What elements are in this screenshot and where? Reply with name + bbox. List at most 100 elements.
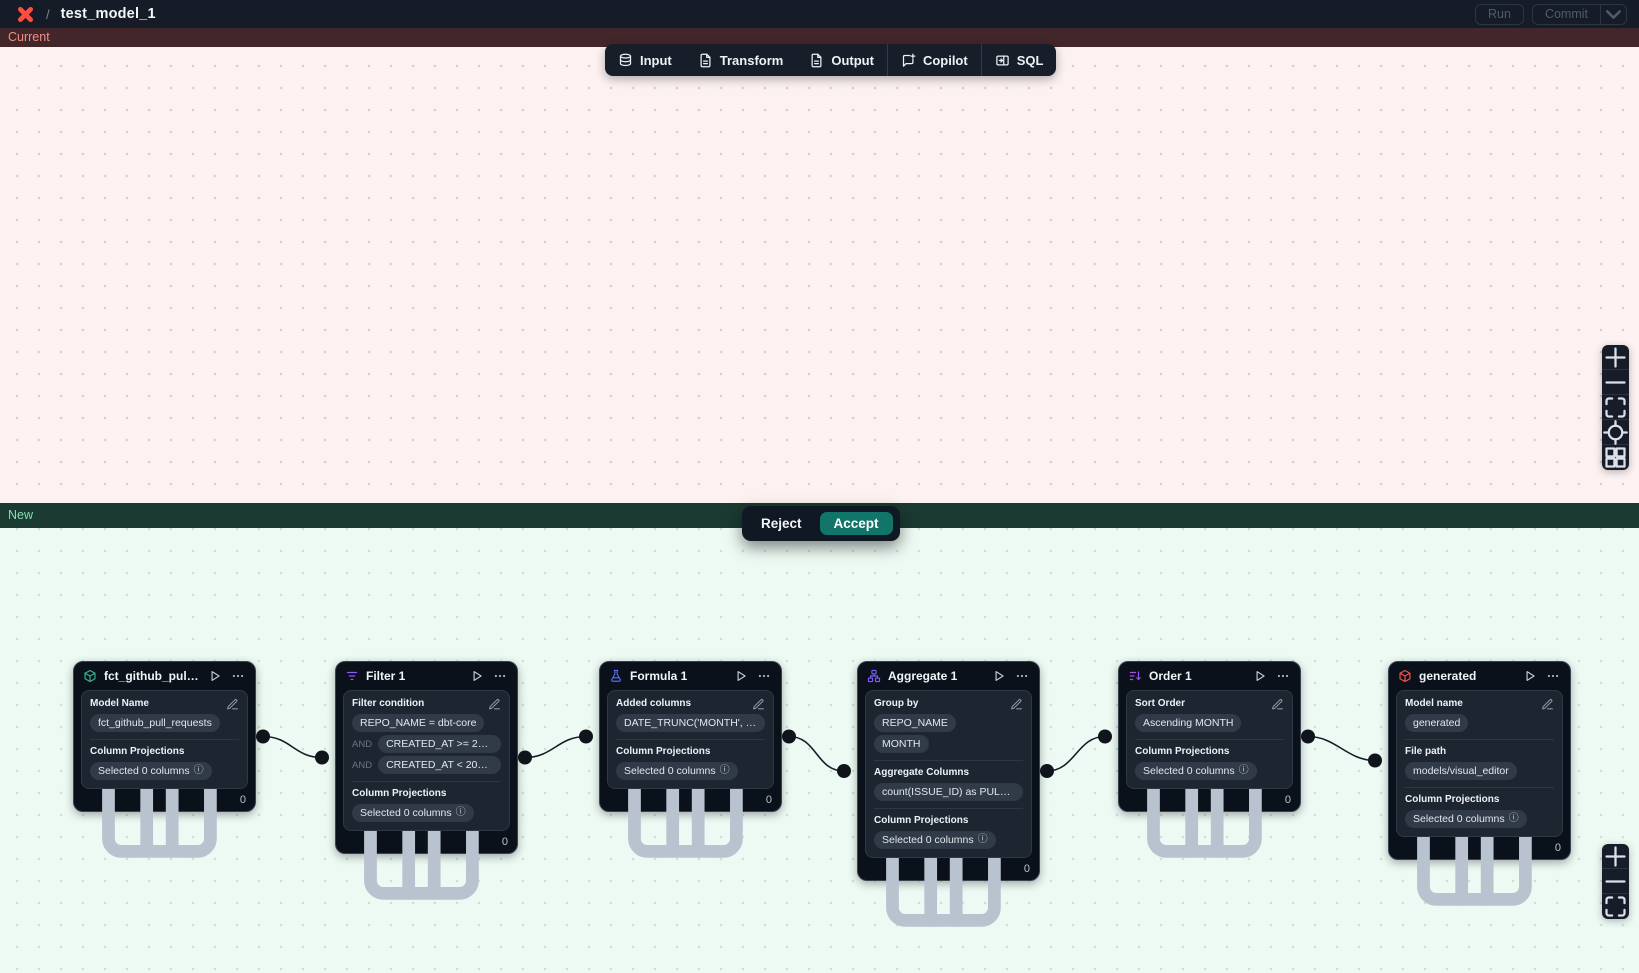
value-pill[interactable]: models/visual_editor [1405,762,1517,780]
section-label: Added columns [616,698,765,710]
run-button[interactable]: Run [1475,4,1524,25]
toolbar-output-button[interactable]: Output [796,44,887,76]
pill-text: Selected 0 columns [1413,812,1505,826]
tiles-button[interactable] [1602,445,1629,470]
zoom-in-icon [1602,843,1629,870]
value-pill[interactable]: Ascending MONTH [1135,714,1241,732]
value-pill[interactable]: count(ISSUE_ID) as PULL_REQUEST_… [874,783,1023,801]
edit-node-button[interactable] [1541,698,1554,711]
pill-row: REPO_NAME = dbt-core [352,714,501,732]
column-count: 0 [240,794,246,806]
current-canvas[interactable] [0,47,1639,503]
value-pill[interactable]: MONTH [874,735,929,753]
section-label: Model Name [90,698,239,710]
value-pill[interactable]: Selected 0 columnsⓘ [616,762,738,780]
pencil-icon [752,698,765,711]
edit-node-button[interactable] [226,698,239,711]
reject-button[interactable]: Reject [749,512,814,535]
section-label: Column Projections [1405,794,1554,806]
node-layer: fct_github_pull_requests Model Name fct_gi… [0,528,1639,973]
value-pill[interactable]: REPO_NAME = dbt-core [352,714,484,732]
run-node-button[interactable] [1252,668,1268,684]
pill-text: CREATED_AT < 2025-03-01 [386,758,493,772]
value-pill[interactable]: REPO_NAME [874,714,956,732]
edit-node-button[interactable] [752,698,765,711]
node-menu-button[interactable] [756,668,772,684]
new-canvas[interactable]: fct_github_pull_requests Model Name fct_gi… [0,528,1639,973]
pencil-icon [1271,698,1284,711]
accept-button[interactable]: Accept [820,512,893,535]
dbt-logo-icon [16,5,35,24]
pill-text: count(ISSUE_ID) as PULL_REQUEST_… [882,785,1015,799]
value-pill[interactable]: CREATED_AT >= 2024-12-01 [378,735,501,753]
pill-text: Selected 0 columns [1143,764,1235,778]
node-generated[interactable]: generatedModel namegeneratedFile pathmod… [1388,661,1571,860]
pill-row: MONTH [874,735,1023,753]
section-label: Filter condition [352,698,501,710]
play-icon [470,669,484,683]
zoom-out-button[interactable] [1602,370,1629,395]
edit-node-button[interactable] [488,698,501,711]
node-menu-button[interactable] [1275,668,1291,684]
toolbar-transform-button[interactable]: Transform [685,44,797,76]
pencil-icon [1010,698,1023,711]
value-pill[interactable]: DATE_TRUNC('MONTH', CREATED_AT… [616,714,765,732]
fit-view-button[interactable] [1602,395,1629,420]
node-aggregate-1[interactable]: Aggregate 1Group byREPO_NAMEMONTHAggrega… [857,661,1040,881]
node-menu-button[interactable] [492,668,508,684]
zoom-out-button[interactable] [1602,869,1629,894]
pill-row: count(ISSUE_ID) as PULL_REQUEST_… [874,783,1023,801]
value-pill[interactable]: Selected 0 columnsⓘ [352,804,474,822]
model-title: test_model_1 [61,6,156,22]
run-node-button[interactable] [991,668,1007,684]
run-node-button[interactable] [1522,668,1538,684]
pill-text: REPO_NAME = dbt-core [360,716,476,730]
commit-dropdown-button[interactable] [1600,5,1626,24]
zoom-in-button[interactable] [1602,345,1629,370]
edit-node-button[interactable] [1271,698,1284,711]
value-pill[interactable]: Selected 0 columnsⓘ [1135,762,1257,780]
pill-row: fct_github_pull_requests [90,714,239,732]
section-label: Column Projections [352,788,501,800]
node-order-1[interactable]: Order 1Sort OrderAscending MONTHColumn P… [1118,661,1301,812]
value-pill[interactable]: fct_github_pull_requests [90,714,220,732]
node-footer: 0 [74,789,255,811]
more-icon [493,669,507,683]
commit-button[interactable]: Commit [1533,5,1600,24]
focus-button[interactable] [1602,420,1629,445]
section-label: Column Projections [1135,746,1284,758]
fit-view-button[interactable] [1602,894,1629,919]
node-formula-1[interactable]: Formula 1Added columnsDATE_TRUNC('MONTH'… [599,661,782,812]
node-title-row: fct_github_pull_requests [74,662,255,690]
pencil-icon [226,698,239,711]
run-node-button[interactable] [207,668,223,684]
column-count: 0 [1024,863,1030,875]
node-card: Model Namefct_github_pull_requestsColumn… [81,690,248,789]
toolbar-label: Transform [720,53,784,68]
pill-text: REPO_NAME [882,716,948,730]
node-filter-1[interactable]: Filter 1Filter conditionREPO_NAME = dbt-… [335,661,518,854]
toolbar-input-button[interactable]: Input [605,44,685,76]
edit-node-button[interactable] [1010,698,1023,711]
run-node-button[interactable] [733,668,749,684]
value-pill[interactable]: Selected 0 columnsⓘ [1405,810,1527,828]
value-pill[interactable]: generated [1405,714,1468,732]
pill-row: Selected 0 columnsⓘ [874,831,1023,849]
run-node-button[interactable] [469,668,485,684]
section-label: Aggregate Columns [874,767,1023,779]
toolbar-sql-button[interactable]: SQL [982,44,1057,76]
node-fct-github-pull-requests[interactable]: fct_github_pull_requests Model Name fct_gi… [73,661,256,812]
node-menu-button[interactable] [1014,668,1030,684]
node-title: generated [1419,669,1515,683]
value-pill[interactable]: Selected 0 columnsⓘ [90,762,212,780]
node-menu-button[interactable] [230,668,246,684]
node-menu-button[interactable] [1545,668,1561,684]
condition-operator: AND [352,760,372,771]
value-pill[interactable]: CREATED_AT < 2025-03-01 [378,756,501,774]
panel-right-icon [995,53,1010,68]
play-icon [1523,669,1537,683]
zoom-in-button[interactable] [1602,844,1629,869]
toolbar-copilot-button[interactable]: Copilot [888,44,981,76]
zoom-out-icon [1602,868,1629,895]
value-pill[interactable]: Selected 0 columnsⓘ [874,831,996,849]
